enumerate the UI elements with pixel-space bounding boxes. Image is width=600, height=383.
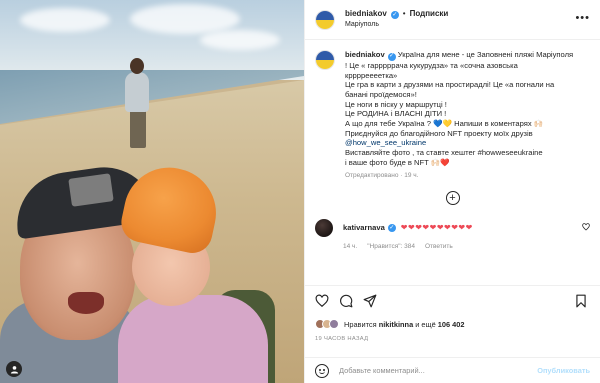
liked-by-count[interactable]: 106 402 [438,320,465,329]
verified-badge-icon: ✓ [387,52,396,61]
comment-text: ❤❤❤❤❤❤❤❤❤❤ [400,223,473,233]
comment-username[interactable]: kativarnava [343,223,385,232]
verified-badge-icon: ✓ [390,10,399,19]
ellipsis-icon[interactable]: ••• [575,13,590,24]
liked-by-suffix: и ещё [415,319,436,329]
caption-line: і ваше фото буде в NFT 🙌🏻❤️ [345,157,450,167]
load-more-comments[interactable]: + [315,190,590,205]
liked-by-prefix: Нравится [344,319,377,329]
verified-badge-icon: ✓ [387,223,396,232]
posted-time[interactable]: 19 ЧАСОВ НАЗАД [315,336,590,342]
tagged-user-icon[interactable] [6,361,22,377]
post-actions: Нравится nikitkinna и ещё 106 402 19 ЧАС… [305,285,600,357]
caption-line: банані проїдемося»! [345,89,417,99]
comment-avatar[interactable] [315,218,333,237]
bookmark-icon[interactable] [574,294,588,310]
share-icon[interactable] [363,294,377,310]
header-username[interactable]: biedniakov [345,9,387,20]
comment-time: 14 ч. [343,242,358,250]
caption-line: Приєднуйся до благодійного NFT проекту м… [345,128,533,138]
location-link[interactable]: Маріуполь [345,20,448,29]
following-button[interactable]: Подписки [410,9,449,20]
cloud [200,30,280,50]
post-header: biedniakov ✓ • Подписки Маріуполь ••• [305,0,600,40]
caption-line: Це ноги в піску у маршрутці ! [345,99,447,109]
caption-meta: Отредактировано · 19 ч. [345,171,419,179]
caption-line: Україна для мене - це Заповнені пляжі Ма… [395,50,574,59]
instagram-post-view: biedniakov ✓ • Подписки Маріуполь ••• bi… [0,0,600,383]
cloud [130,4,240,34]
caption-line: Виставляйте фото , та ставте хештег #how… [345,148,543,158]
post-photo[interactable] [0,0,304,383]
comment-input[interactable] [339,366,539,375]
emoji-icon[interactable] [315,363,329,378]
post-side-panel: biedniakov ✓ • Подписки Маріуполь ••• bi… [304,0,600,383]
publish-button[interactable]: Опубликовать [537,366,590,375]
woman-head [130,58,144,74]
separator-dot: • [402,9,406,19]
caption-line: Це гра в карти з друзями на простирадлі!… [345,80,555,90]
likes-summary: Нравится nikitkinna и ещё 106 402 [315,319,590,329]
caption: biedniakov ✓ Україна для мене - це Заповн… [315,50,590,168]
caption-avatar[interactable] [315,50,335,70]
heart-outline-icon[interactable] [582,222,590,233]
reply-button[interactable]: Ответить [425,243,453,250]
man-mouth [68,292,104,314]
comment-meta: 14 ч. "Нравится": 384 Ответить [343,243,590,250]
woman-legs [130,108,146,148]
woman-body [125,72,149,112]
comment-likes[interactable]: "Нравится": 384 [367,243,415,250]
caption-line: крррреееетка» [345,70,398,80]
liker-avatar[interactable] [329,319,339,329]
comments-area: biedniakov ✓ Україна для мене - це Заповн… [305,40,600,285]
heart-icon[interactable] [315,294,329,310]
plus-circle-icon[interactable]: + [445,190,460,205]
caption-line: А що для тебе Україна ? 💙💛 Напиши в коме… [345,119,544,129]
cloud [20,8,110,32]
cap-patch [68,173,114,207]
mention-link[interactable]: @how_we_see_ukraine [345,138,590,148]
avatar[interactable] [315,9,335,30]
caption-line: ! Це « гарррррача кукурудза» та «сочна а… [345,60,518,70]
caption-line: Це РОДИНА і ВЛАСНІ ДІТИ ! [345,109,447,119]
comment-icon[interactable] [339,294,353,310]
girl-shirt [118,295,268,383]
comment: kativarnava ✓ ❤❤❤❤❤❤❤❤❤❤ [315,218,590,237]
liked-by-user[interactable]: nikitkinna [379,320,414,329]
caption-username[interactable]: biedniakov [345,50,385,59]
add-comment-bar: Опубликовать [305,357,600,383]
